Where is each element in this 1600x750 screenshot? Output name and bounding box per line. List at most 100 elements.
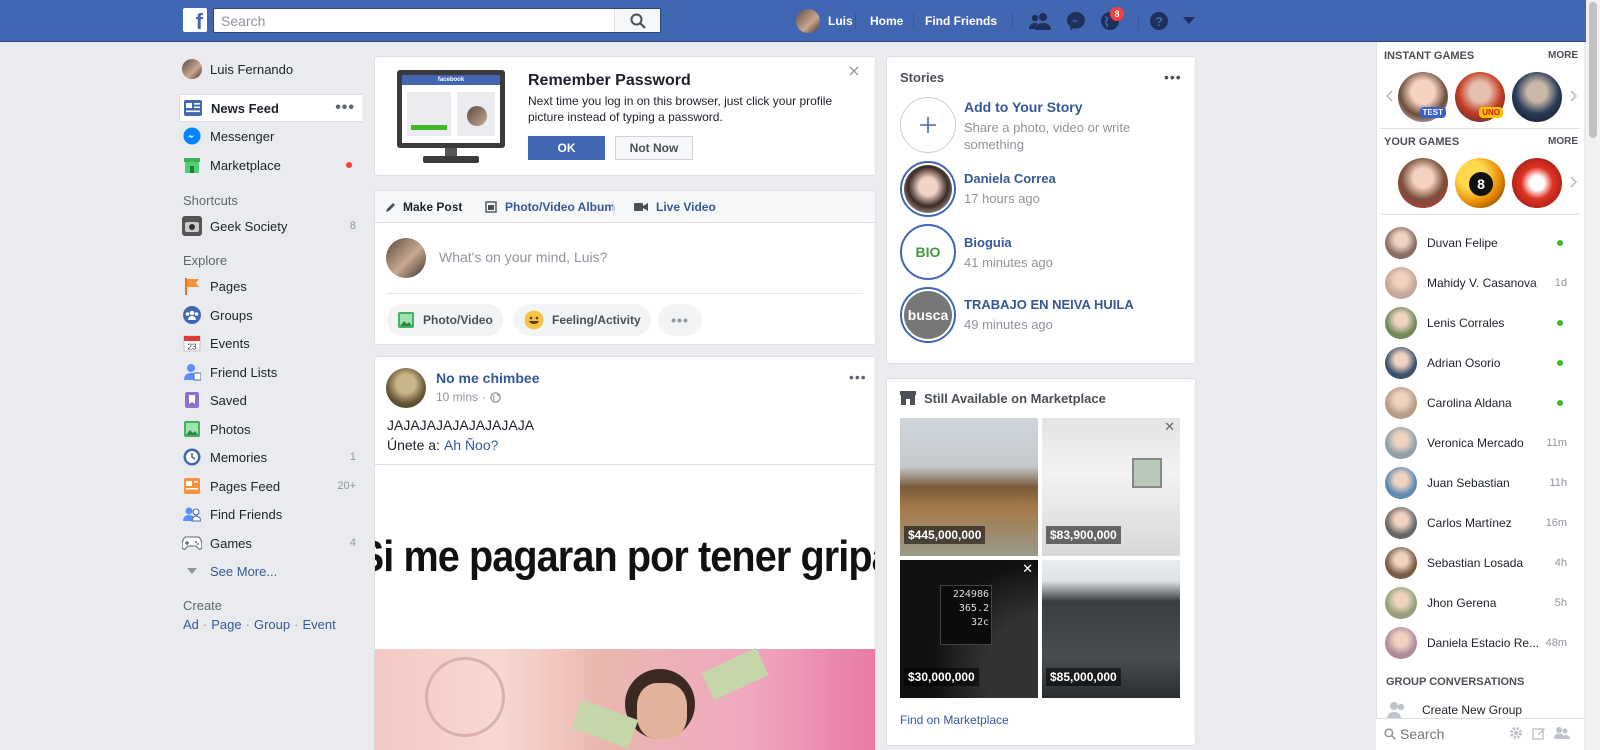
find-on-marketplace-link[interactable]: Find on Marketplace xyxy=(900,713,1009,727)
game-badge: UNO xyxy=(1479,107,1503,118)
tab-photo-video-album[interactable]: Photo/Video Album xyxy=(485,200,615,214)
sidebar-item-memories[interactable]: Memories 1 xyxy=(182,443,364,471)
chevron-right-icon[interactable] xyxy=(1570,176,1578,191)
more-actions-icon[interactable]: ••• xyxy=(658,304,702,336)
create-ad-link[interactable]: Ad xyxy=(183,617,199,632)
sidebar-item-messenger[interactable]: Messenger xyxy=(182,122,364,150)
game-thumbnail[interactable] xyxy=(1512,158,1562,208)
tab-live-video[interactable]: Live Video xyxy=(634,200,716,214)
close-icon[interactable] xyxy=(849,65,859,79)
chat-contact-row[interactable]: Daniela Estacio Re... 48m xyxy=(1385,624,1575,662)
scrollbar-thumb[interactable] xyxy=(1589,2,1597,138)
chat-contact-row[interactable]: Carlos Martínez 16m xyxy=(1385,504,1575,542)
game-thumbnail[interactable]: TEST xyxy=(1398,72,1448,122)
story-name[interactable]: Bioguia xyxy=(964,235,1012,250)
stories-options-icon[interactable]: ••• xyxy=(1164,69,1182,85)
sidebar-item-geek-society[interactable]: Geek Society 8 xyxy=(182,212,364,240)
sidebar-item-events[interactable]: 23 Events xyxy=(182,329,364,357)
feeling-activity-button[interactable]: Feeling/Activity xyxy=(514,304,651,336)
profile-shortcut[interactable]: Luis Fernando xyxy=(182,55,364,83)
game-thumbnail[interactable]: 8 xyxy=(1455,158,1505,208)
chat-contact-row[interactable]: Carolina Aldana xyxy=(1385,384,1575,422)
messenger-icon[interactable] xyxy=(1064,9,1088,33)
chat-contact-row[interactable]: Jhon Gerena 5h xyxy=(1385,584,1575,622)
game-thumbnail[interactable]: UNO xyxy=(1455,72,1505,122)
sidebar-item-photos[interactable]: Photos xyxy=(182,415,364,443)
meme-photo[interactable] xyxy=(375,647,875,750)
story-name[interactable]: Daniela Correa xyxy=(964,171,1056,186)
sidebar-item-groups[interactable]: Groups xyxy=(182,301,364,329)
sidebar-item-friend-lists[interactable]: Friend Lists xyxy=(182,358,364,386)
find-friends-link[interactable]: Find Friends xyxy=(925,0,997,42)
photo-video-button[interactable]: Photo/Video xyxy=(387,304,503,336)
game-thumbnail[interactable] xyxy=(1398,158,1448,208)
story-name[interactable]: TRABAJO EN NEIVA HUILA xyxy=(964,297,1134,312)
home-link[interactable]: Home xyxy=(870,0,903,42)
create-group-link[interactable]: Group xyxy=(254,617,290,632)
close-icon[interactable]: ✕ xyxy=(1164,419,1175,435)
new-message-icon[interactable] xyxy=(1532,726,1546,743)
messenger-icon xyxy=(182,126,202,146)
facebook-logo-icon[interactable]: f xyxy=(183,8,207,32)
ok-button[interactable]: OK xyxy=(528,136,605,160)
friend-requests-icon[interactable] xyxy=(1028,9,1052,33)
not-now-button[interactable]: Not Now xyxy=(615,136,693,160)
close-icon[interactable]: ✕ xyxy=(1022,561,1033,577)
tab-label: Photo/Video Album xyxy=(505,200,615,214)
post-options-icon[interactable]: ••• xyxy=(849,369,867,385)
post-link[interactable]: Ah Ñoo? xyxy=(444,437,498,453)
group-icon[interactable] xyxy=(1554,726,1570,743)
chat-contact-row[interactable]: Veronica Mercado 11m xyxy=(1385,424,1575,462)
tab-make-post[interactable]: Make Post xyxy=(385,200,462,214)
sidebar-item-find-friends[interactable]: Find Friends xyxy=(182,500,364,528)
chevron-right-icon[interactable] xyxy=(1570,90,1578,105)
story-avatar[interactable] xyxy=(900,161,956,217)
contact-name: Duvan Felipe xyxy=(1427,236,1498,250)
profile-link[interactable]: Luis xyxy=(796,9,853,33)
gear-icon[interactable] xyxy=(1509,726,1523,743)
game-badge: TEST xyxy=(1419,107,1446,118)
chat-contact-row[interactable]: Duvan Felipe xyxy=(1385,224,1575,262)
post-author[interactable]: No me chimbee xyxy=(436,370,539,386)
sidebar-item-marketplace[interactable]: Marketplace xyxy=(182,151,364,179)
add-story-button[interactable] xyxy=(900,97,956,153)
sidebar-item-pages[interactable]: Pages xyxy=(182,272,364,300)
meme-image[interactable]: Si me pagaran por tener gripa xyxy=(375,465,875,649)
chevron-left-icon[interactable] xyxy=(1385,90,1393,105)
chat-search-input[interactable] xyxy=(1400,723,1500,745)
story-avatar[interactable]: busca xyxy=(900,287,956,343)
your-games-more-link[interactable]: MORE xyxy=(1548,136,1578,147)
search-input[interactable] xyxy=(214,9,604,32)
story-avatar[interactable]: BIO xyxy=(900,224,956,280)
add-story-title[interactable]: Add to Your Story xyxy=(964,99,1082,115)
chat-contact-row[interactable]: Juan Sebastian 11h xyxy=(1385,464,1575,502)
post-time[interactable]: 10 mins xyxy=(436,390,478,404)
game-thumbnail[interactable] xyxy=(1512,72,1562,122)
marketplace-tile[interactable]: $445,000,000 xyxy=(900,418,1038,556)
sidebar-item-pages-feed[interactable]: Pages Feed 20+ xyxy=(182,472,364,500)
marketplace-tile[interactable]: ✕ $83,900,000 xyxy=(1042,418,1180,556)
groups-icon xyxy=(182,305,202,325)
avatar[interactable] xyxy=(386,368,426,408)
marketplace-tile[interactable]: 224986 365.2 32c ✕ $30,000,000 xyxy=(900,560,1038,698)
post-text-line1: JAJAJAJAJAJAJAJAJA xyxy=(387,417,535,433)
search-button[interactable] xyxy=(614,9,660,32)
create-event-link[interactable]: Event xyxy=(302,617,335,632)
more-options-icon[interactable]: ••• xyxy=(335,99,355,117)
instant-games-more-link[interactable]: MORE xyxy=(1548,50,1578,61)
item-count: 1 xyxy=(349,451,356,463)
create-new-group-button[interactable]: Create New Group xyxy=(1386,700,1522,720)
help-icon[interactable]: ? xyxy=(1147,9,1171,33)
marketplace-tile[interactable]: $85,000,000 xyxy=(1042,560,1180,698)
chat-contact-row[interactable]: Sebastian Losada 4h xyxy=(1385,544,1575,582)
status-input[interactable]: What's on your mind, Luis? xyxy=(439,249,859,265)
account-menu-chevron-icon[interactable] xyxy=(1177,9,1201,33)
chat-contact-row[interactable]: Mahidy V. Casanova 1d xyxy=(1385,264,1575,302)
sidebar-item-news-feed[interactable]: News Feed ••• xyxy=(179,94,364,122)
chat-contact-row[interactable]: Lenis Corrales xyxy=(1385,304,1575,342)
chat-contact-row[interactable]: Adrian Osorio xyxy=(1385,344,1575,382)
see-more-link[interactable]: See More... xyxy=(182,561,364,581)
sidebar-item-games[interactable]: Games 4 xyxy=(182,529,364,557)
create-page-link[interactable]: Page xyxy=(211,617,241,632)
sidebar-item-saved[interactable]: Saved xyxy=(182,386,364,414)
